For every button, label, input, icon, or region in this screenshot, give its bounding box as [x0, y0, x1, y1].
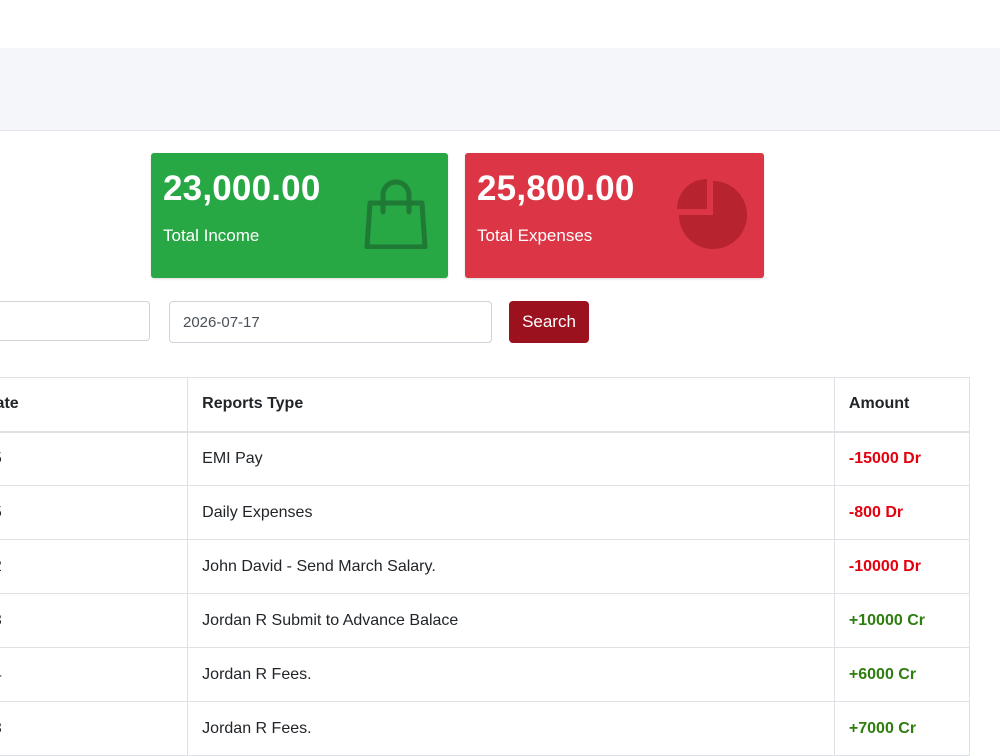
- row-date: 13: [0, 593, 189, 648]
- row-date: 05: [0, 485, 189, 540]
- search-button[interactable]: Search: [509, 301, 589, 343]
- row-reports-type: Daily Expenses: [187, 485, 835, 540]
- total-expenses-label: Total Expenses: [477, 226, 593, 245]
- column-header-date[interactable]: Date: [0, 377, 189, 433]
- reports-table: Date Reports Type Amount 05 EMI Pay -150…: [0, 377, 971, 756]
- table-row: 05 Daily Expenses -800 Dr: [0, 485, 971, 540]
- row-amount: +10000 Cr: [833, 593, 971, 648]
- table-row: 13 Jordan R Submit to Advance Balace +10…: [0, 593, 971, 648]
- to-date-field[interactable]: [169, 301, 492, 343]
- row-reports-type: Jordan R Submit to Advance Balace: [187, 593, 835, 648]
- page-header-bar: [0, 48, 1000, 131]
- row-reports-type: EMI Pay: [187, 431, 835, 486]
- total-expenses-value: 25,800.00: [477, 169, 635, 208]
- row-reports-type: John David - Send March Salary.: [187, 539, 835, 594]
- table-header-row: Date Reports Type Amount: [0, 377, 971, 433]
- pie-chart-icon: [677, 179, 747, 249]
- row-amount: -800 Dr: [833, 485, 971, 540]
- table-row: 14 Jordan R Fees. +6000 Cr: [0, 647, 971, 702]
- row-amount: -15000 Dr: [833, 431, 971, 486]
- row-date: 14: [0, 647, 189, 702]
- top-navbar: [0, 0, 1000, 49]
- row-amount: +7000 Cr: [833, 701, 971, 756]
- total-income-card: 23,000.00 Total Income: [151, 153, 448, 278]
- from-date-field[interactable]: [0, 301, 150, 341]
- row-amount: -10000 Dr: [833, 539, 971, 594]
- total-expenses-card: 25,800.00 Total Expenses: [465, 153, 764, 278]
- row-date: 12: [0, 539, 189, 594]
- table-row: 12 John David - Send March Salary. -1000…: [0, 539, 971, 594]
- table-row: 13 Jordan R Fees. +7000 Cr: [0, 701, 971, 756]
- total-income-label: Total Income: [163, 226, 260, 245]
- total-income-value: 23,000.00: [163, 169, 321, 208]
- row-amount: +6000 Cr: [833, 647, 971, 702]
- row-date: 13: [0, 701, 189, 756]
- column-header-amount[interactable]: Amount: [833, 377, 971, 433]
- row-date: 05: [0, 431, 189, 486]
- row-reports-type: Jordan R Fees.: [187, 701, 835, 756]
- table-row: 05 EMI Pay -15000 Dr: [0, 431, 971, 486]
- shopping-bag-icon: [364, 179, 428, 249]
- column-header-reports-type[interactable]: Reports Type: [187, 377, 835, 433]
- row-reports-type: Jordan R Fees.: [187, 647, 835, 702]
